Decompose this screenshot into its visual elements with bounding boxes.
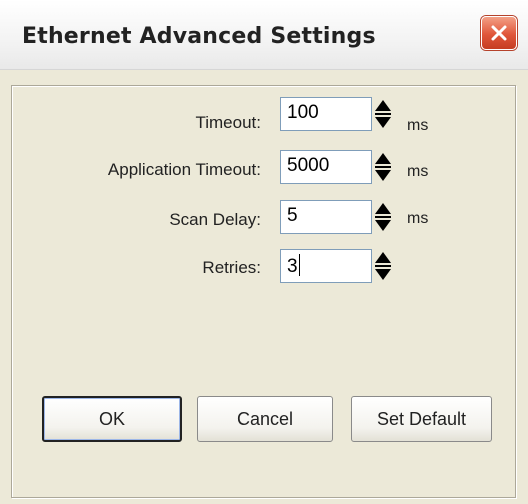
window-title: Ethernet Advanced Settings — [22, 24, 376, 49]
timeout-spin-arrows-icon[interactable] — [373, 98, 393, 130]
scan-delay-label: Scan Delay: — [169, 210, 261, 229]
title-bar: Ethernet Advanced Settings — [0, 0, 528, 70]
scan-delay-unit: ms — [407, 210, 429, 227]
application-timeout-field[interactable]: 5000 — [280, 150, 372, 184]
scan-delay-field[interactable]: 5 — [280, 200, 372, 234]
retries-spin-arrows-icon[interactable] — [373, 250, 393, 282]
application-timeout-spin-arrows-icon[interactable] — [373, 151, 393, 183]
timeout-label: Timeout: — [195, 113, 261, 132]
dialog-window: Ethernet Advanced Settings Timeout: 100 … — [0, 0, 528, 504]
application-timeout-label: Application Timeout: — [107, 160, 261, 179]
scan-delay-spin-arrows-icon[interactable] — [373, 201, 393, 233]
cancel-button[interactable]: Cancel — [197, 396, 333, 442]
timeout-field[interactable]: 100 — [280, 97, 372, 131]
timeout-unit: ms — [407, 117, 429, 134]
retries-field[interactable]: 3 — [280, 249, 372, 283]
retries-label: Retries: — [202, 258, 261, 277]
ok-button[interactable]: OK — [42, 396, 182, 442]
text-caret — [298, 254, 300, 276]
set-default-button[interactable]: Set Default — [351, 396, 492, 442]
application-timeout-unit: ms — [407, 163, 429, 180]
close-icon — [491, 25, 507, 41]
close-button[interactable] — [481, 16, 517, 50]
